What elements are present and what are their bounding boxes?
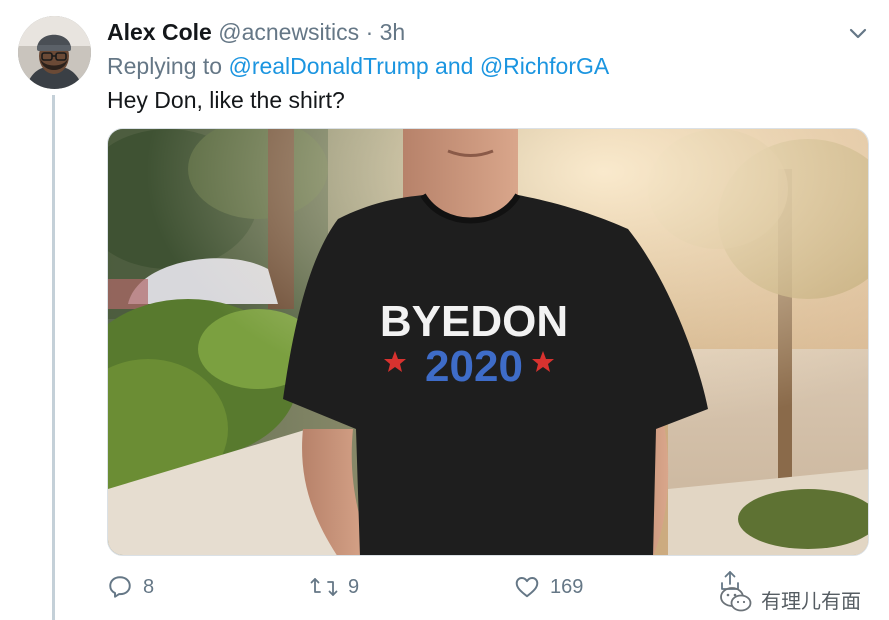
like-button[interactable]: 169 [514,572,583,602]
mention-link-2[interactable]: @RichforGA [480,53,609,79]
retweet-button[interactable]: 9 [310,572,359,602]
watermark: 有理儿有面 [719,585,861,614]
watermark-text: 有理儿有面 [761,591,861,613]
avatar[interactable] [18,16,91,89]
shirt-text-byedon: BYEDON [380,297,568,346]
heart-icon [515,577,539,598]
chevron-down-icon[interactable] [847,22,869,44]
wechat-icon [720,586,752,611]
tweet-text: Hey Don, like the shirt? [107,87,345,113]
tweet-timestamp[interactable]: 3h [380,19,406,45]
author-handle[interactable]: @acnewsitics [218,19,359,45]
replying-to: Replying to @realDonaldTrump and @Richfo… [107,52,609,80]
replying-prefix: Replying to [107,53,223,79]
header-separator: · [365,19,374,45]
retweet-count: 9 [348,575,360,598]
photo-image: BYEDON 2020 [108,129,868,555]
tweet-header: Alex Cole @acnewsitics · 3h [107,18,405,46]
replying-joiner: and [435,53,474,79]
tweet-card[interactable]: Alex Cole @acnewsitics · 3h Replying to … [0,0,889,620]
retweet-icon [310,578,338,596]
avatar-image [18,16,91,89]
thread-line [52,95,55,620]
author-name[interactable]: Alex Cole [107,19,212,45]
like-count: 169 [550,575,584,598]
reply-button[interactable]: 8 [107,572,154,602]
reply-icon [109,576,131,598]
mention-link-1[interactable]: @realDonaldTrump [228,53,428,79]
shirt-text-2020: 2020 [425,342,523,391]
reply-count: 8 [143,575,155,598]
tweet-media-photo[interactable]: BYEDON 2020 [107,128,869,556]
